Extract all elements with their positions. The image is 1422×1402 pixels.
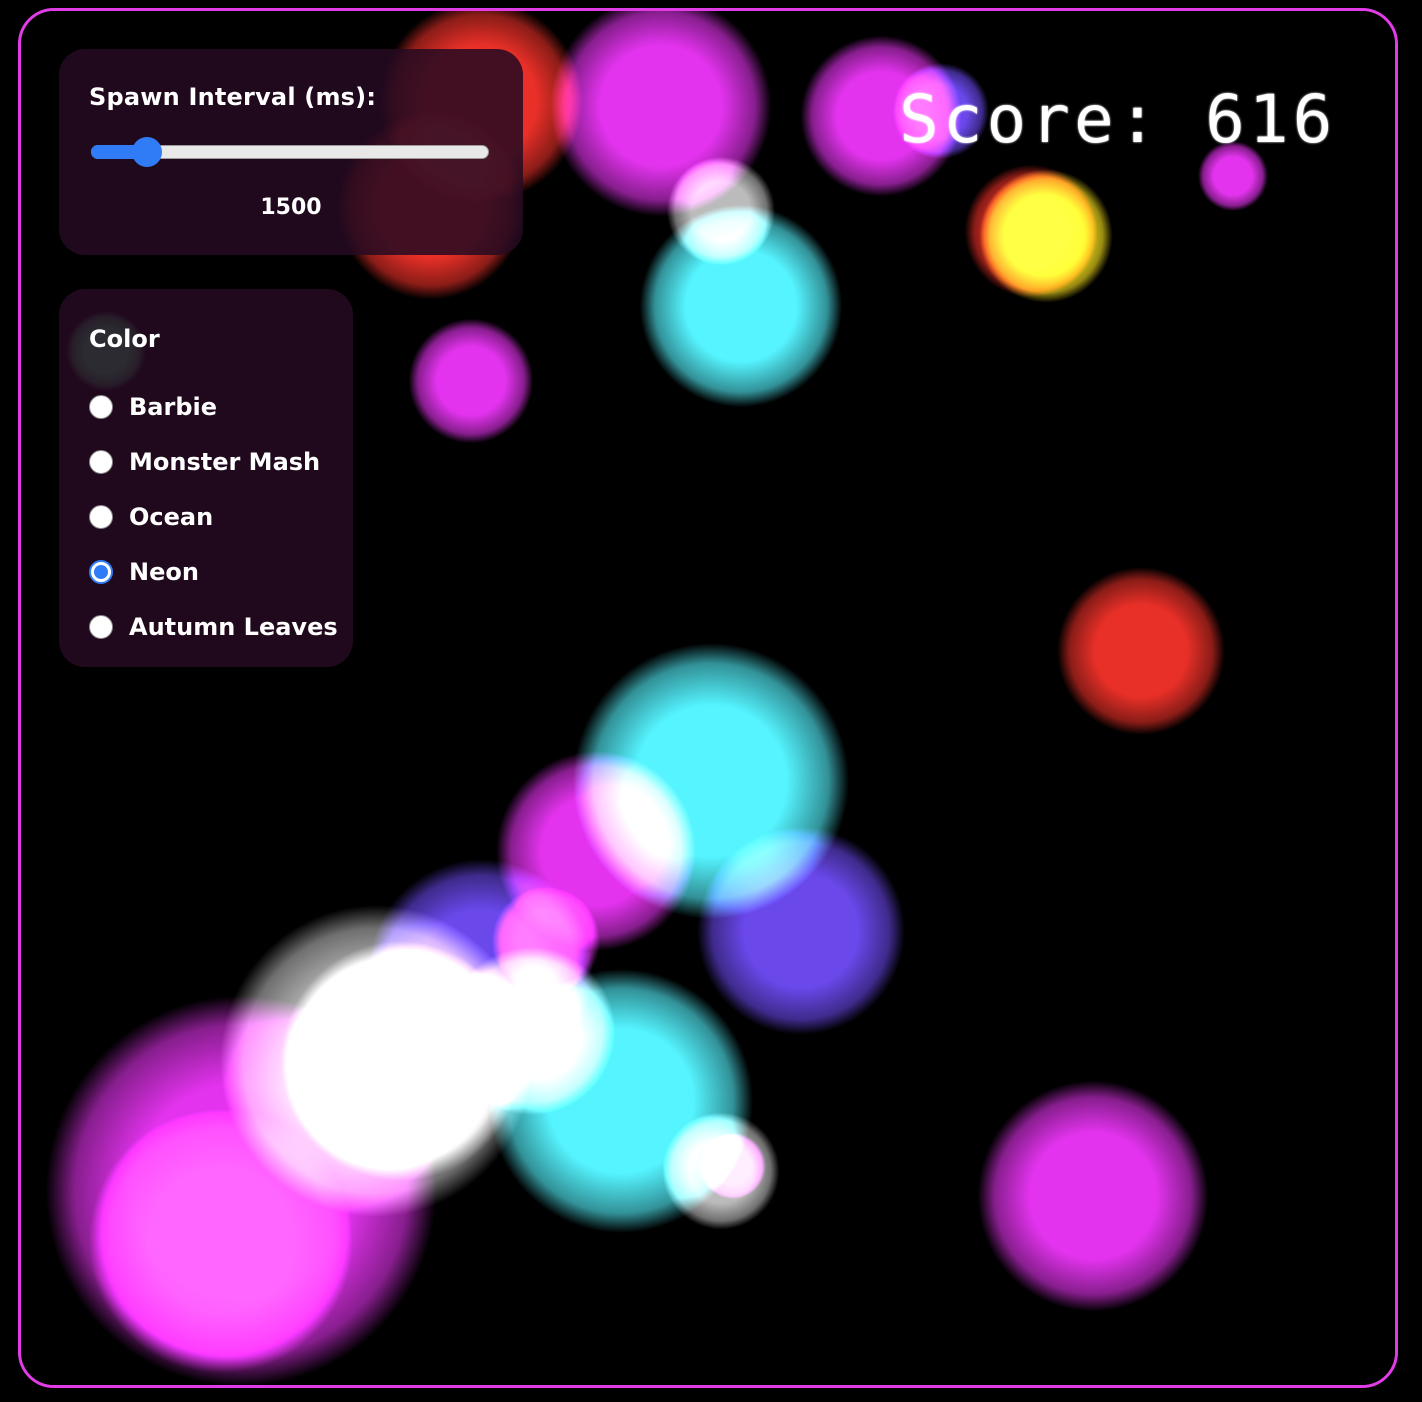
color-option-monster-mash[interactable]: Monster Mash (89, 434, 338, 489)
color-panel: Color Barbie Monster Mash Ocean Neon Aut… (59, 289, 353, 667)
radio-monster-mash[interactable] (89, 449, 113, 474)
score-label: Score: (899, 81, 1162, 158)
color-option-label: Ocean (129, 502, 214, 531)
color-option-label: Neon (129, 557, 199, 586)
radio-ocean[interactable] (89, 504, 113, 529)
spawn-interval-panel: Spawn Interval (ms): 1500 (59, 49, 523, 255)
radio-neon[interactable] (89, 559, 113, 584)
slider-thumb[interactable] (131, 137, 162, 167)
color-option-neon[interactable]: Neon (89, 544, 338, 599)
color-option-label: Monster Mash (129, 447, 321, 476)
color-option-barbie[interactable]: Barbie (89, 379, 338, 434)
radio-barbie[interactable] (89, 394, 113, 419)
color-option-autumn-leaves[interactable]: Autumn Leaves (89, 599, 338, 654)
color-option-label: Autumn Leaves (129, 612, 338, 641)
spawn-interval-label: Spawn Interval (ms): (89, 83, 377, 111)
game-frame[interactable]: Spawn Interval (ms): 1500 Color Barbie M… (18, 8, 1398, 1388)
color-options: Barbie Monster Mash Ocean Neon Autumn Le… (89, 379, 338, 654)
color-title: Color (89, 325, 160, 353)
score-value: 616 (1205, 81, 1337, 158)
score-display: Score: 616 (899, 81, 1336, 158)
spawn-interval-value: 1500 (260, 195, 322, 220)
spawn-interval-slider[interactable] (91, 137, 489, 167)
color-option-label: Barbie (129, 392, 218, 421)
color-option-ocean[interactable]: Ocean (89, 489, 338, 544)
radio-autumn-leaves[interactable] (89, 614, 113, 639)
